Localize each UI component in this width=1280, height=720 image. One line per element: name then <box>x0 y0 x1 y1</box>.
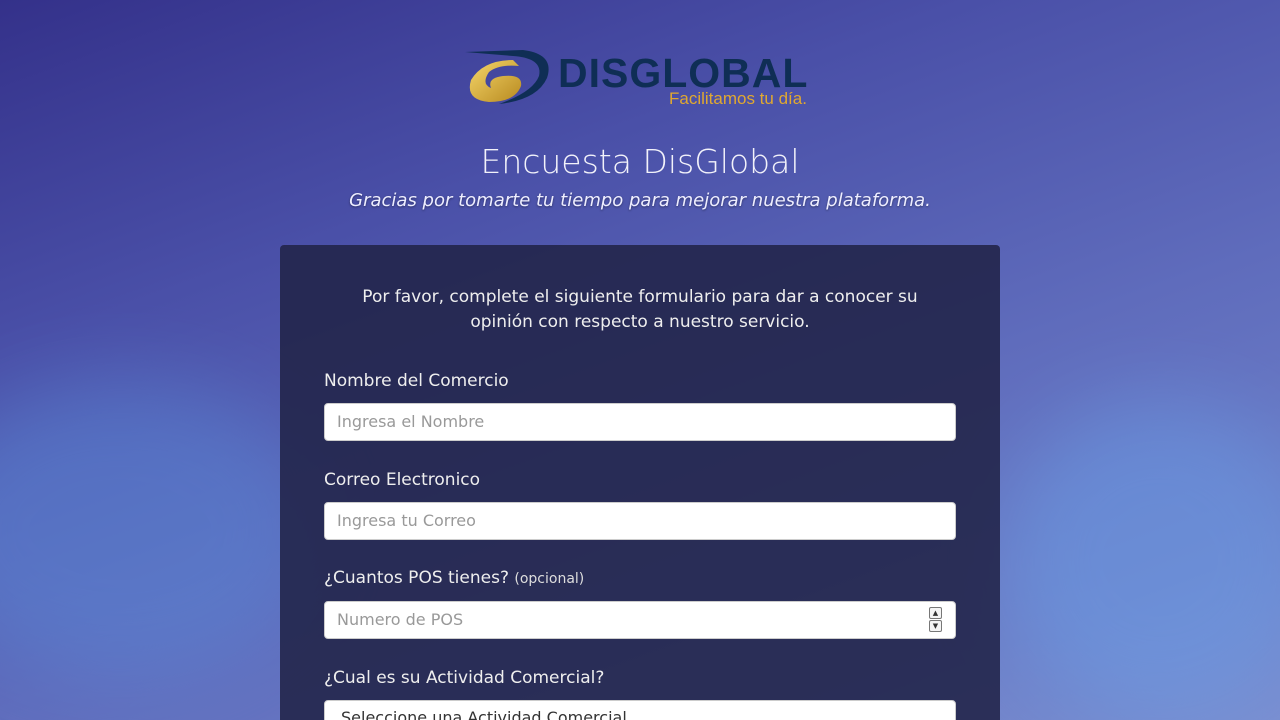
optional-note: (opcional) <box>514 571 585 587</box>
email-input[interactable]: Ingresa tu Correo <box>324 502 956 540</box>
disglobal-logo: DISGLOBAL Facilitamos tu día. <box>463 48 818 108</box>
business-name-input[interactable]: Ingresa el Nombre <box>324 403 956 441</box>
page-subtitle: Gracias por tomarte tu tiempo para mejor… <box>349 190 931 211</box>
number-spinner[interactable]: ▲ ▼ <box>929 607 942 632</box>
business-name-label: Nombre del Comercio <box>324 371 509 391</box>
pos-count-input[interactable]: Numero de POS ▲ ▼ <box>324 601 956 639</box>
pos-count-label-text: ¿Cuantos POS tienes? <box>324 568 509 588</box>
page-title: Encuesta DisGlobal <box>480 142 800 181</box>
logo-tagline: Facilitamos tu día. <box>669 89 807 108</box>
form-intro: Por favor, complete el siguiente formula… <box>362 287 918 332</box>
business-activity-label: ¿Cual es su Actividad Comercial? <box>324 668 605 688</box>
background-glow <box>0 380 320 680</box>
pos-count-placeholder: Numero de POS <box>337 610 464 629</box>
spin-down-icon[interactable]: ▼ <box>929 620 942 632</box>
business-activity-select[interactable]: Seleccione una Actividad Comercial <box>324 700 956 720</box>
pos-count-label: ¿Cuantos POS tienes? (opcional) <box>324 568 584 588</box>
spin-up-icon[interactable]: ▲ <box>929 607 942 619</box>
background-glow <box>1000 400 1280 720</box>
survey-form: Por favor, complete el siguiente formula… <box>280 245 1000 720</box>
email-label: Correo Electronico <box>324 470 481 490</box>
